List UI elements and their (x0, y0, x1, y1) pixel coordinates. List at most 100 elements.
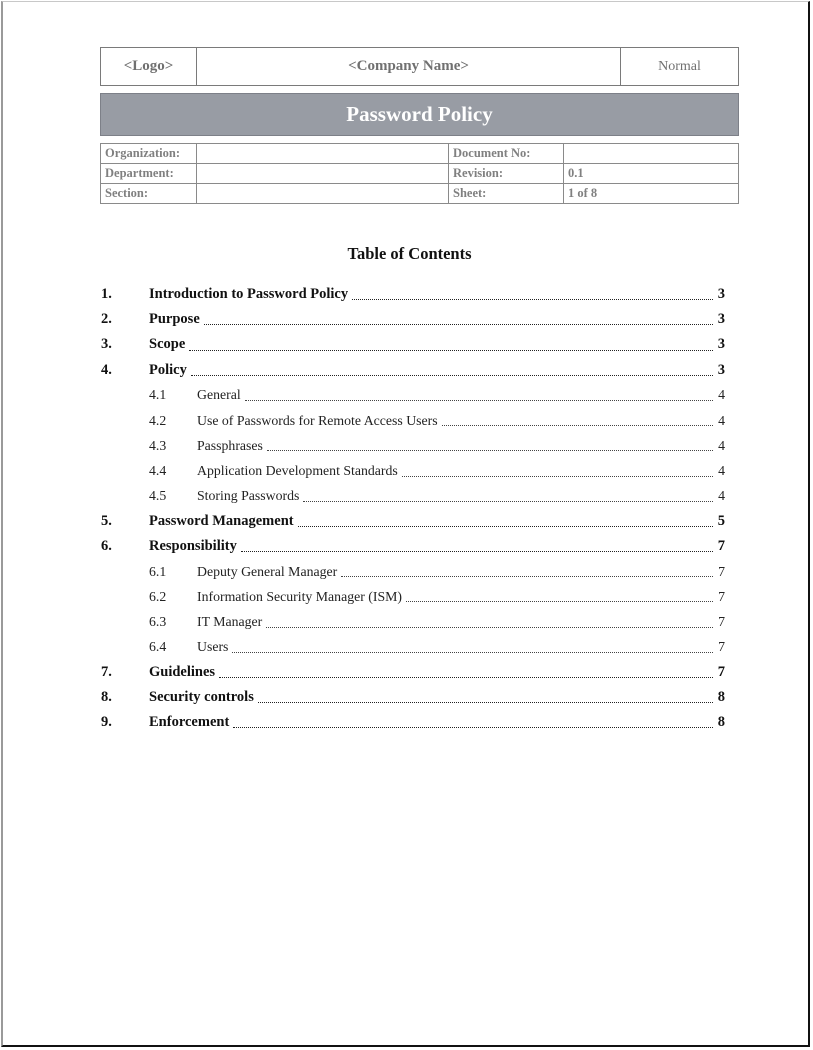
toc-entry-number: 4.3 (149, 437, 167, 453)
toc-entry-page: 8 (717, 689, 725, 706)
toc-entry-page: 3 (717, 336, 725, 353)
toc-entry-number: 3. (101, 336, 112, 353)
organization-value (196, 143, 449, 164)
toc-entry-page: 7 (718, 614, 725, 630)
toc-entry[interactable]: 4.5 Storing Passwords 4 (101, 484, 725, 509)
organization-label: Organization: (100, 143, 197, 164)
toc-entry-number: 4.1 (149, 387, 167, 403)
toc-entry-number: 4.4 (149, 462, 167, 478)
toc-entry-number: 2. (101, 311, 112, 328)
toc-dot-leader (441, 424, 713, 427)
toc-entry-title: IT Manager (197, 614, 265, 631)
toc-entry-title: Storing Passwords (197, 488, 302, 505)
department-value (196, 163, 449, 184)
toc-entry-page: 4 (718, 488, 725, 504)
toc-dot-leader (297, 525, 713, 527)
toc-entry-title: Guidelines (149, 663, 218, 681)
header-table: <Logo> <Company Name> Normal (100, 47, 739, 86)
toc-entry[interactable]: 9. Enforcement 8 (101, 710, 725, 735)
toc-dot-leader (190, 374, 713, 376)
toc-entry[interactable]: 8. Security controls 8 (101, 685, 725, 710)
toc-entry-number: 7. (101, 663, 112, 680)
toc-entry-title: Information Security Manager (ISM) (197, 588, 404, 605)
toc-entry[interactable]: 4.4 Application Development Standards 4 (101, 458, 725, 483)
toc-entry-page: 4 (718, 412, 725, 428)
toc-dot-leader (203, 323, 713, 326)
toc-entry-number: 8. (101, 689, 112, 706)
classification-label: Normal (658, 58, 701, 74)
toc-dot-leader (341, 575, 713, 578)
toc-entry[interactable]: 5. Password Management 5 (101, 509, 725, 534)
toc-entry[interactable]: 7. Guidelines 7 (101, 660, 725, 685)
toc-entry[interactable]: 2. Purpose 3 (101, 307, 725, 332)
toc-dot-leader (257, 701, 713, 704)
toc-entry-number: 4. (101, 361, 112, 378)
toc-entry[interactable]: 4.1 General 4 (101, 383, 725, 408)
toc-entry-page: 7 (718, 563, 725, 579)
toc-entry-number: 6.3 (149, 614, 167, 630)
toc-entry-number: 6.4 (149, 639, 167, 655)
toc-dot-leader (303, 500, 713, 502)
document-no-label: Document No: (448, 143, 564, 164)
info-row: Section: Sheet: 1 of 8 (100, 183, 739, 204)
toc-entry-number: 4.2 (149, 412, 167, 428)
toc-entry-page: 4 (718, 462, 725, 478)
toc-heading: Table of Contents (347, 244, 472, 263)
revision-value: 0.1 (563, 163, 739, 184)
toc-entry-title: Password Management (149, 512, 296, 530)
toc-entry-title: Users (197, 639, 231, 656)
toc-entry-page: 7 (718, 588, 725, 604)
toc-entry-title: Purpose (149, 311, 202, 329)
toc-entry-title: Policy (149, 361, 189, 379)
toc-entry-page: 3 (717, 286, 725, 303)
toc-dot-leader (266, 449, 713, 452)
toc-entry-page: 3 (717, 311, 725, 328)
toc-entry-title: Responsibility (149, 537, 239, 555)
toc-entry-page: 5 (717, 512, 725, 529)
toc-entry-page: 7 (717, 537, 725, 554)
toc-entry-number: 6.1 (149, 563, 167, 579)
document-title: Password Policy (100, 93, 739, 136)
toc-entry[interactable]: 6.1 Deputy General Manager 7 (101, 559, 725, 584)
sheet-value: 1 of 8 (563, 183, 739, 204)
toc-entry-number: 4.5 (149, 488, 167, 504)
toc-entry-title: Application Development Standards (197, 462, 400, 479)
toc-dot-leader (189, 349, 713, 351)
toc-entry-title: Deputy General Manager (197, 563, 340, 580)
toc-entry-page: 7 (717, 663, 725, 680)
toc-entry-title: Introduction to Password Policy (149, 286, 351, 304)
toc-entry[interactable]: 4.3 Passphrases 4 (101, 433, 725, 458)
toc-entry[interactable]: 6.2 Information Security Manager (ISM) 7 (101, 584, 725, 609)
logo-placeholder: <Logo> (101, 48, 197, 85)
toc-dot-leader (233, 726, 713, 729)
info-row: Department: Revision: 0.1 (100, 163, 739, 184)
toc-entry-page: 4 (718, 437, 725, 453)
toc-entry-title: General (197, 387, 243, 404)
toc-entry-number: 6. (101, 537, 112, 554)
toc-entry[interactable]: 6. Responsibility 7 (101, 534, 725, 559)
toc-entry[interactable]: 4. Policy 3 (101, 358, 725, 383)
toc-entry-title: Security controls (149, 689, 256, 707)
toc-dot-leader (244, 399, 713, 401)
revision-label: Revision: (448, 163, 564, 184)
toc-entry-page: 4 (718, 387, 725, 403)
toc-dot-leader (352, 298, 713, 301)
toc-entry-page: 7 (718, 639, 725, 655)
toc-entry-number: 6.2 (149, 588, 167, 604)
toc-entry-page: 8 (717, 714, 725, 731)
toc-entry[interactable]: 3. Scope 3 (101, 332, 725, 357)
table-of-contents: 1. Introduction to Password Policy 3 2. Purp… (101, 282, 725, 735)
toc-entry[interactable]: 1. Introduction to Password Policy 3 (101, 282, 725, 307)
sheet-label: Sheet: (448, 183, 564, 204)
toc-dot-leader (240, 550, 713, 553)
toc-entry[interactable]: 4.2 Use of Passwords for Remote Access Us… (101, 408, 725, 433)
toc-entry[interactable]: 6.3 IT Manager 7 (101, 609, 725, 634)
toc-entry-title: Scope (149, 336, 188, 354)
info-row: Organization: Document No: (100, 143, 739, 164)
toc-entry-title: Use of Passwords for Remote Access Users (197, 412, 440, 429)
toc-dot-leader (405, 600, 713, 603)
document-page: <Logo> <Company Name> Normal Password Po… (1, 1, 810, 1047)
section-label: Section: (100, 183, 197, 204)
toc-entry[interactable]: 6.4 Users 7 (101, 635, 725, 660)
toc-entry-page: 3 (717, 361, 725, 378)
